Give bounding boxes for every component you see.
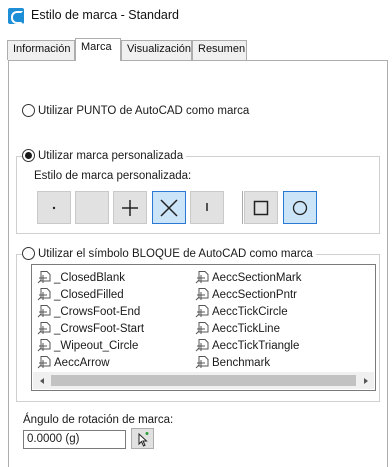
window-title: Estilo de marca - Standard xyxy=(31,8,179,22)
block-icon xyxy=(37,322,51,335)
rotation-label: Ángulo de rotación de marca: xyxy=(23,414,174,426)
custom-style-label: Estilo de marca personalizada: xyxy=(34,170,192,182)
block-icon xyxy=(37,288,51,301)
mark-circle-button[interactable] xyxy=(283,191,317,224)
rotation-angle-input[interactable]: 0.0000 (g) xyxy=(23,430,126,449)
vertical-tick-icon xyxy=(206,202,208,211)
block-name: AeccSectionMark xyxy=(212,272,302,284)
list-item[interactable]: Benchmark xyxy=(195,355,270,371)
list-item[interactable]: AeccSectionPntr xyxy=(195,287,297,303)
horizontal-scrollbar[interactable] xyxy=(33,372,374,389)
list-item[interactable]: AeccTickLine xyxy=(195,321,280,337)
list-item[interactable]: AeccSectionMark xyxy=(195,270,301,286)
list-item[interactable]: _ClosedFilled xyxy=(37,287,124,303)
tab-visualizacion[interactable]: Visualización xyxy=(121,40,192,60)
tab-marca[interactable]: Marca xyxy=(75,38,121,61)
tab-resumen[interactable]: Resumen xyxy=(192,40,247,60)
custom-mark-label: Utilizar marca personalizada xyxy=(38,149,184,162)
block-symbol-radio[interactable] xyxy=(22,247,35,260)
mark-square-button[interactable] xyxy=(244,191,278,224)
button-separator xyxy=(242,191,243,224)
pick-angle-button[interactable] xyxy=(131,428,154,449)
block-icon xyxy=(37,356,51,369)
chevron-left-icon xyxy=(39,377,44,384)
x-icon xyxy=(160,198,178,217)
scroll-right-arrow[interactable] xyxy=(357,372,374,389)
block-icon xyxy=(195,356,209,369)
block-name: AeccTickTriangle xyxy=(212,340,300,352)
block-icon xyxy=(195,305,209,318)
block-symbol-label: Utilizar el símbolo BLOQUE de AutoCAD co… xyxy=(38,247,313,260)
block-icon xyxy=(195,339,209,352)
block-name: _ClosedFilled xyxy=(54,289,124,301)
list-item[interactable]: _CrowsFoot-End xyxy=(37,304,140,320)
mark-dot-button[interactable] xyxy=(37,191,71,224)
scroll-left-arrow[interactable] xyxy=(33,372,50,389)
list-item[interactable]: AeccTickCircle xyxy=(195,304,288,320)
block-name: AeccTickCircle xyxy=(212,306,288,318)
autocad-point-label: Utilizar PUNTO de AutoCAD como marca xyxy=(38,104,250,117)
block-icon xyxy=(37,271,51,284)
mark-x-button[interactable] xyxy=(152,191,186,224)
block-name: AeccArrow xyxy=(54,357,110,369)
square-icon xyxy=(253,200,269,215)
block-list[interactable]: _ClosedBlank _ClosedFilled _CrowsFoot-En… xyxy=(31,264,376,391)
title-bar: Estilo de marca - Standard xyxy=(0,0,392,32)
list-item[interactable]: AeccArrow xyxy=(37,355,110,371)
block-name: Benchmark xyxy=(212,357,271,369)
autocad-point-radio[interactable] xyxy=(22,104,35,117)
custom-mark-radio[interactable] xyxy=(22,149,35,162)
block-symbol-option[interactable]: Utilizar el símbolo BLOQUE de AutoCAD co… xyxy=(22,247,316,260)
dot-icon xyxy=(52,206,56,209)
list-item[interactable]: _CrowsFoot-Start xyxy=(37,321,144,337)
mark-none-button[interactable] xyxy=(75,191,109,224)
tab-informacion[interactable]: Información xyxy=(7,40,75,60)
block-name: AeccTickLine xyxy=(212,323,280,335)
block-name: AeccSectionPntr xyxy=(212,289,298,301)
autocad-c-icon xyxy=(8,8,24,24)
block-name: _CrowsFoot-Start xyxy=(54,323,145,335)
list-item[interactable]: _Wipeout_Circle xyxy=(37,338,138,354)
custom-mark-option[interactable]: Utilizar marca personalizada xyxy=(22,149,187,162)
pick-cursor-icon xyxy=(138,431,148,447)
scroll-thumb[interactable] xyxy=(51,375,356,386)
autocad-point-option[interactable]: Utilizar PUNTO de AutoCAD como marca xyxy=(22,104,249,117)
block-icon xyxy=(195,322,209,335)
block-name: _CrowsFoot-End xyxy=(54,306,141,318)
block-icon xyxy=(195,271,209,284)
list-item[interactable]: AeccTickTriangle xyxy=(195,338,299,354)
circle-icon xyxy=(292,200,308,215)
block-name: _Wipeout_Circle xyxy=(54,340,139,352)
block-icon xyxy=(37,305,51,318)
chevron-right-icon xyxy=(363,377,368,384)
mark-tick-button[interactable] xyxy=(190,191,224,224)
list-item[interactable]: _ClosedBlank xyxy=(37,270,125,286)
block-icon xyxy=(37,339,51,352)
mark-plus-button[interactable] xyxy=(113,191,147,224)
plus-icon xyxy=(122,199,138,216)
tab-strip: Información Marca Visualización Resumen xyxy=(7,38,387,61)
block-icon xyxy=(195,288,209,301)
block-name: _ClosedBlank xyxy=(54,272,125,284)
